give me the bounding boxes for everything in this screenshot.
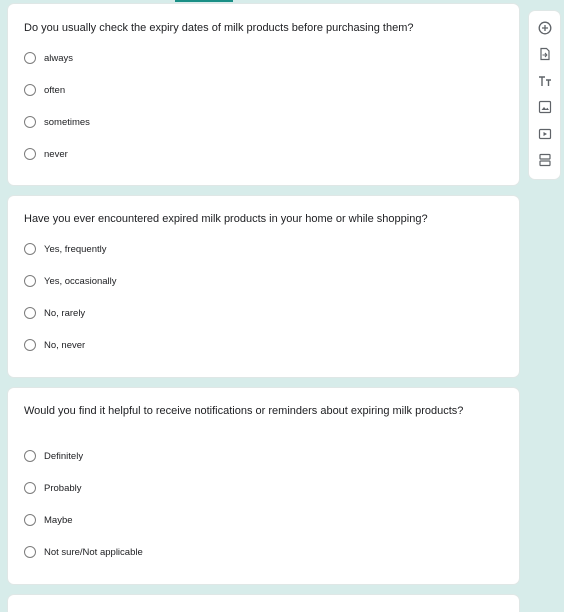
radio-button[interactable] xyxy=(24,84,36,96)
top-bar xyxy=(0,0,564,3)
option-label: Yes, occasionally xyxy=(44,275,117,287)
add-image-icon[interactable] xyxy=(537,99,552,114)
add-video-icon[interactable] xyxy=(537,126,552,141)
radio-button[interactable] xyxy=(24,148,36,160)
option-label: never xyxy=(44,148,68,160)
add-title-icon[interactable] xyxy=(537,73,552,88)
question-title: Do you usually check the expiry dates of… xyxy=(24,22,414,34)
option-maybe[interactable]: Maybe xyxy=(24,512,73,528)
option-label: Not sure/Not applicable xyxy=(44,546,143,558)
radio-button[interactable] xyxy=(24,243,36,255)
radio-button[interactable] xyxy=(24,339,36,351)
option-label: Probably xyxy=(44,482,82,494)
question-title: Have you ever encountered expired milk p… xyxy=(24,213,428,225)
option-definitely[interactable]: Definitely xyxy=(24,448,83,464)
add-question-icon[interactable] xyxy=(537,20,552,35)
option-no-rarely[interactable]: No, rarely xyxy=(24,305,85,321)
option-label: No, never xyxy=(44,339,86,351)
option-never[interactable]: never xyxy=(24,146,68,162)
option-label: Maybe xyxy=(44,514,73,526)
option-label: No, rarely xyxy=(44,307,86,319)
question-card[interactable]: Have you ever encountered expired milk p… xyxy=(8,196,519,377)
option-label: always xyxy=(44,52,74,64)
active-tab-indicator xyxy=(175,0,233,2)
option-label: Yes, frequently xyxy=(44,243,107,255)
option-always[interactable]: always xyxy=(24,50,73,66)
radio-button[interactable] xyxy=(24,514,36,526)
option-yes-frequently[interactable]: Yes, frequently xyxy=(24,241,107,257)
radio-button[interactable] xyxy=(24,482,36,494)
option-no-never[interactable]: No, never xyxy=(24,337,85,353)
radio-button[interactable] xyxy=(24,275,36,287)
radio-button[interactable] xyxy=(24,307,36,319)
radio-button[interactable] xyxy=(24,546,36,558)
option-sometimes[interactable]: sometimes xyxy=(24,114,90,130)
form-toolbar xyxy=(529,11,560,179)
question-title: Would you find it helpful to receive not… xyxy=(24,405,464,417)
radio-button[interactable] xyxy=(24,450,36,462)
import-questions-icon[interactable] xyxy=(537,46,552,61)
option-label: Definitely xyxy=(44,450,84,462)
option-often[interactable]: often xyxy=(24,82,65,98)
add-section-icon[interactable] xyxy=(537,152,552,167)
option-not-sure[interactable]: Not sure/Not applicable xyxy=(24,544,143,560)
radio-button[interactable] xyxy=(24,116,36,128)
question-card[interactable]: Would you find it helpful to receive not… xyxy=(8,388,519,584)
option-label: sometimes xyxy=(44,116,90,128)
option-label: often xyxy=(44,84,66,96)
option-yes-occasionally[interactable]: Yes, occasionally xyxy=(24,273,117,289)
question-card[interactable]: Do you usually check the expiry dates of… xyxy=(8,4,519,185)
next-question-card[interactable] xyxy=(8,595,519,612)
radio-button[interactable] xyxy=(24,52,36,64)
option-probably[interactable]: Probably xyxy=(24,480,82,496)
